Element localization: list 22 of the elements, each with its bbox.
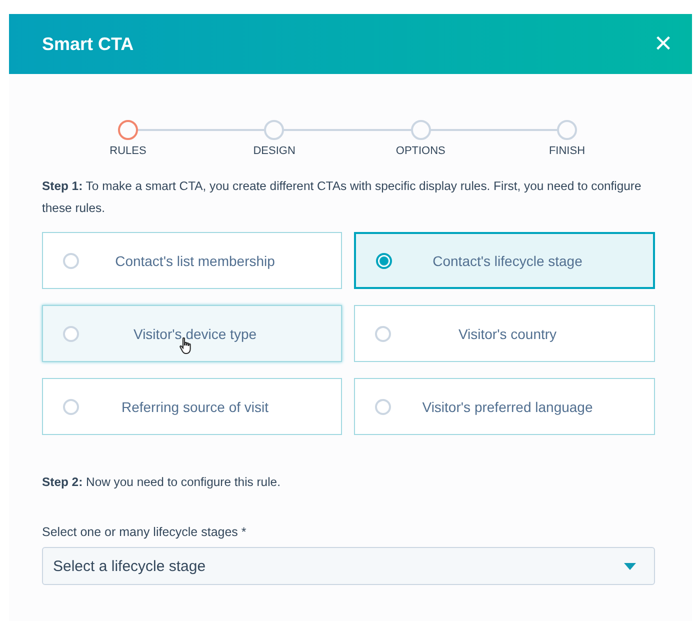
- step-1-instructions: Step 1: To make a smart CTA, you create different CTAs with specific display rules. First, you need to configure these rules.: [42, 178, 642, 217]
- rule-option[interactable]: Visitor's device type: [42, 305, 342, 362]
- step-label: OPTIONS: [396, 145, 446, 157]
- step-label: FINISH: [548, 145, 586, 157]
- step-2-instructions: Step 2: Now you need to configure this rule.: [42, 474, 282, 491]
- radio-button[interactable]: [376, 252, 392, 268]
- radio-button[interactable]: [63, 398, 79, 414]
- radio-button[interactable]: [375, 326, 391, 342]
- radio-button[interactable]: [375, 398, 391, 414]
- rule-option[interactable]: Visitor's country: [354, 305, 655, 362]
- rule-option[interactable]: Contact's list membership: [42, 232, 342, 289]
- rule-option[interactable]: Visitor's preferred language: [354, 378, 655, 435]
- step-label: RULES: [110, 145, 146, 157]
- field-label: Select one or many lifecycle stages *: [42, 525, 248, 539]
- dropdown-caret-icon: [624, 562, 636, 570]
- radio-button[interactable]: [63, 326, 79, 342]
- step-label: DESIGN: [253, 145, 296, 157]
- rule-option[interactable]: Contact's lifecycle stage: [354, 232, 655, 289]
- rule-option[interactable]: Referring source of visit: [42, 378, 342, 435]
- lifecycle-stage-dropdown[interactable]: Select a lifecycle stage: [42, 547, 655, 585]
- modal-title: Smart CTA: [42, 34, 134, 54]
- radio-button[interactable]: [63, 252, 79, 268]
